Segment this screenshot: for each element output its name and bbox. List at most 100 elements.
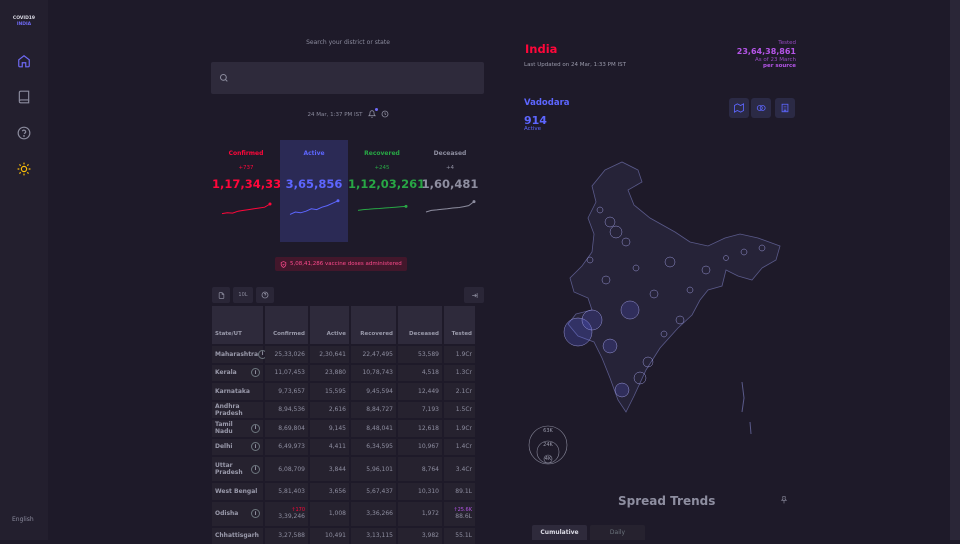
cell-active: 1,008 (310, 502, 349, 526)
cell-recovered: 3,36,266 (351, 502, 396, 526)
book-icon[interactable] (17, 90, 31, 104)
cell-confirmed: 11,07,453 (265, 365, 308, 382)
india-map[interactable] (530, 150, 790, 440)
arrow-right-icon (471, 292, 478, 299)
col-active[interactable]: Active (310, 306, 349, 344)
cell-deceased: 10,967 (398, 439, 442, 456)
spread-trends-title: Spread Trends (618, 494, 715, 508)
cell-active: 3,656 (310, 483, 349, 500)
sun-icon[interactable] (17, 162, 31, 176)
sparkline-end-dot (337, 199, 340, 202)
brand-logo[interactable]: COVID19 INDIA (0, 16, 48, 28)
sparkline-path (426, 202, 474, 212)
cell-tested: 55.1L (444, 528, 475, 544)
cell-recovered: 6,34,595 (351, 439, 396, 456)
cell-deceased: 4,518 (398, 365, 442, 382)
col-confirmed[interactable]: Confirmed (265, 306, 308, 344)
sparkline-end-dot (269, 203, 272, 206)
sparkline-end-dot (473, 200, 476, 203)
cell-active: 4,411 (310, 439, 349, 456)
cell-state: Uttar Pradeshi (212, 457, 263, 481)
bell-icon[interactable] (368, 110, 376, 120)
cell-state: Karnataka (212, 383, 263, 400)
help-icon[interactable] (17, 126, 31, 140)
home-icon[interactable] (17, 54, 31, 68)
scrollbar[interactable] (950, 0, 960, 540)
per-capita-button[interactable] (775, 98, 795, 118)
info-icon[interactable]: i (251, 509, 260, 518)
info-icon[interactable]: i (251, 442, 260, 451)
search-input[interactable] (211, 62, 484, 94)
search-label: Search your district or state (212, 39, 484, 46)
table-header: State/UT Confirmed Active Recovered Dece… (212, 306, 481, 344)
level-deceased[interactable]: Deceased +4 1,60,481 (416, 140, 484, 242)
tab-daily[interactable]: Daily (590, 525, 645, 540)
col-tested[interactable]: Tested (444, 306, 475, 344)
source-link[interactable]: per source (737, 63, 796, 70)
cell-recovered: 22,47,495 (351, 346, 396, 363)
level-confirmed[interactable]: Confirmed +737 1,17,34,331 (212, 140, 280, 242)
vaccine-badge[interactable]: 5,08,41,286 vaccine doses administered (275, 257, 407, 271)
col-recovered[interactable]: Recovered (351, 306, 396, 344)
level-active[interactable]: Active 3,65,856 (280, 140, 348, 242)
info-icon[interactable]: i (251, 424, 260, 433)
sparkline-path (222, 204, 270, 214)
level-recovered[interactable]: Recovered +245 1,12,03,261 (348, 140, 416, 242)
cell-state: West Bengal (212, 483, 263, 500)
table-copy-button[interactable] (212, 287, 230, 303)
cell-active: 2,616 (310, 402, 349, 419)
last-updated: Last Updated on 24 Mar, 1:33 PM IST (524, 62, 626, 68)
cell-confirmed: 8,69,804 (265, 420, 308, 437)
cell-confirmed: 5,81,403 (265, 483, 308, 500)
cell-state: Delhii (212, 439, 263, 456)
cell-recovered: 3,13,115 (351, 528, 396, 544)
sparkline-path (358, 206, 406, 210)
tab-cumulative[interactable]: Cumulative (532, 525, 587, 540)
legend-label-small: 4K (545, 456, 552, 462)
cell-confirmed: 3,27,588 (265, 528, 308, 544)
cell-recovered: 9,45,594 (351, 383, 396, 400)
timestamp-row: 24 Mar, 1:37 PM IST (212, 110, 484, 120)
cell-tested: 2.1Cr (444, 383, 475, 400)
table-row[interactable]: Delhii6,49,9734,4116,34,59510,9671.4Cr (212, 439, 481, 456)
info-icon[interactable]: i (251, 465, 260, 474)
col-deceased[interactable]: Deceased (398, 306, 442, 344)
legend-label-large: 63K (543, 428, 553, 434)
bubble-view-button[interactable] (751, 98, 771, 118)
cell-recovered: 8,48,041 (351, 420, 396, 437)
cell-confirmed: 6,08,709 (265, 457, 308, 481)
history-icon[interactable] (381, 110, 389, 120)
cell-recovered: 5,67,437 (351, 483, 396, 500)
table-row[interactable]: Maharashtrai25,33,0262,30,64122,47,49553… (212, 346, 481, 363)
table-row[interactable]: Tamil Nadui8,69,8049,1458,48,04112,6181.… (212, 420, 481, 437)
map-icon (734, 103, 744, 113)
table-row[interactable]: Chhattisgarh3,27,58810,4913,13,1153,9825… (212, 528, 481, 544)
cell-active: 10,491 (310, 528, 349, 544)
circles-icon (756, 103, 766, 113)
table-row[interactable]: Keralai11,07,45323,88010,78,7434,5181.3C… (212, 365, 481, 382)
per-10l-toggle[interactable]: 10L (233, 287, 253, 303)
cell-state: Keralai (212, 365, 263, 382)
table-row[interactable]: Odishai↑1703,39,2461,0083,36,2661,972↑25… (212, 502, 481, 526)
col-state[interactable]: State/UT (212, 306, 263, 344)
region-name: Vadodara (524, 98, 570, 108)
expand-table-button[interactable] (464, 287, 484, 303)
tested-summary: Tested 23,64,38,861 As of 23 March per s… (737, 40, 796, 70)
table-row[interactable]: Karnataka9,73,65715,5959,45,59412,4492.1… (212, 383, 481, 400)
pin-icon[interactable] (780, 496, 788, 504)
table-info-button[interactable] (256, 287, 274, 303)
cell-state: Chhattisgarh (212, 528, 263, 544)
language-switcher[interactable]: English (12, 516, 34, 523)
building-icon (780, 103, 790, 113)
table-row[interactable]: Uttar Pradeshi6,08,7093,8445,96,1018,764… (212, 457, 481, 481)
cell-confirmed: 6,49,973 (265, 439, 308, 456)
map-mode-button[interactable] (729, 98, 749, 118)
question-icon (261, 291, 269, 299)
info-icon[interactable]: i (251, 368, 260, 377)
table-row[interactable]: West Bengal5,81,4033,6565,67,43710,31089… (212, 483, 481, 500)
cell-tested: 1.5Cr (444, 402, 475, 419)
table-row[interactable]: Andhra Pradesh8,94,5362,6168,84,7277,193… (212, 402, 481, 419)
cell-deceased: 1,972 (398, 502, 442, 526)
cell-deceased: 8,764 (398, 457, 442, 481)
sparkline-path (290, 201, 338, 215)
